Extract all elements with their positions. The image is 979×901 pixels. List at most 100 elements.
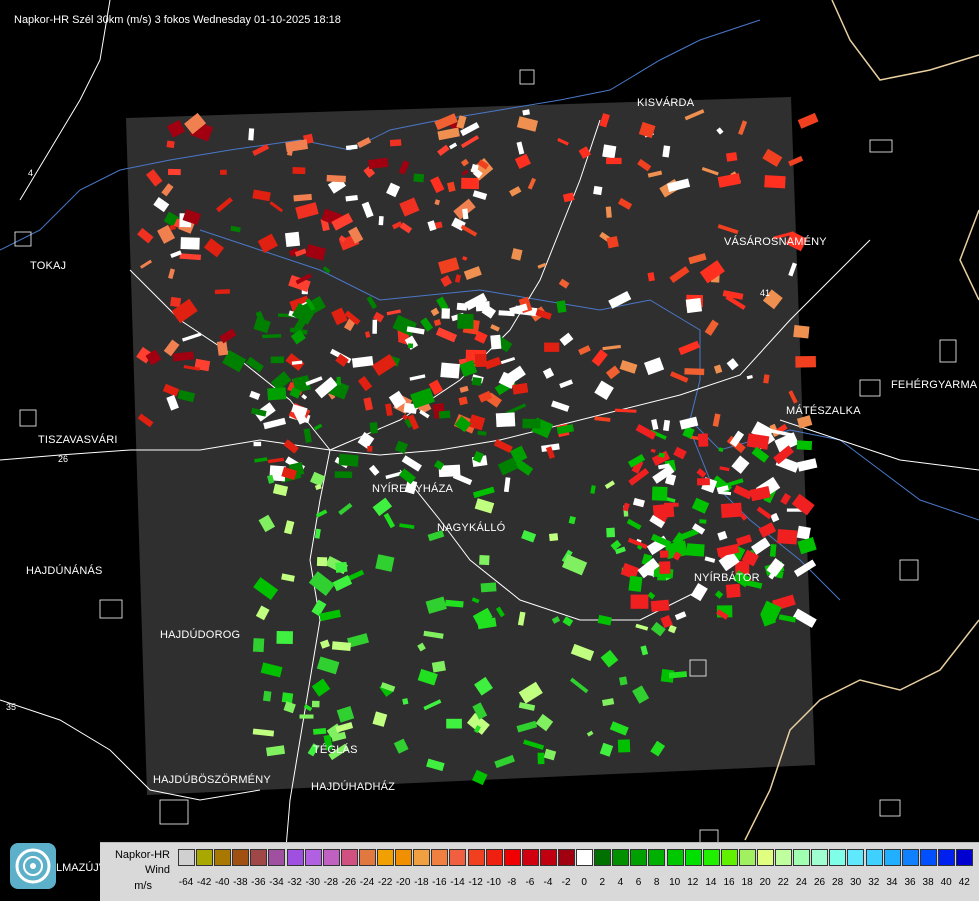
radar-echo [556,300,567,313]
radar-echo [440,362,460,379]
radar-echo [336,376,342,386]
city-label-vasarosnameny: VÁSÁROSNAMÉNY [724,236,827,248]
legend-swatch [322,849,340,866]
legend-swatch [937,849,955,866]
legend-swatch [214,849,232,866]
radar-echo [461,177,480,190]
legend-tick-label: 16 [723,877,735,888]
radar-echo [650,599,670,612]
radar-echo [220,169,227,175]
legend-swatch [557,849,575,866]
radar-echo [253,441,262,447]
legend-tick-label: 12 [687,877,699,888]
legend-swatch [684,849,702,866]
legend-swatch [449,849,467,866]
radar-echo [652,503,675,519]
legend-swatch [250,849,268,866]
legend-tick-label: 28 [832,877,844,888]
radar-echo [606,236,619,249]
logo-icon [10,843,56,889]
radar-echo [659,550,669,558]
road-label-41: 41 [760,288,770,298]
radar-echo [252,638,265,653]
legend-tick-label: -36 [251,877,266,888]
radar-echo [471,377,482,386]
legend-tick-label: -34 [269,877,284,888]
radar-echo [658,452,665,458]
radar-echo [281,692,294,704]
legend-tick-label: -18 [414,877,429,888]
radar-echo [549,533,559,542]
city-label-kisvarda: KISVÁRDA [637,97,695,109]
radar-echo [490,334,502,350]
legend-tick-label: 30 [850,877,862,888]
radar-echo [248,128,255,141]
legend-tick-label: -4 [543,877,553,888]
radar-echo [262,690,272,702]
legend-swatch [793,849,811,866]
map-title: Napkor-HR Szél 30km (m/s) 3 fokos Wednes… [14,14,341,26]
radar-echo [167,168,181,176]
legend-tick-label: -22 [377,877,393,888]
radar-echo [793,325,810,339]
radar-echo [276,631,293,644]
legend-swatch [178,849,195,866]
radar-echo [769,543,777,557]
city-label-hajdunanas: HAJDÚNÁNÁS [26,565,103,577]
legend-tick-label: 10 [669,877,681,888]
legend-tick-label: 40 [940,877,952,888]
legend-tick-label: 34 [886,877,898,888]
legend-swatch [901,849,919,866]
radar-echo [378,215,384,226]
legend-tick-label: -26 [341,877,357,888]
radar-echo [795,355,816,368]
legend-swatch [775,849,793,866]
city-label-nagykallo: NAGYKÁLLÓ [437,522,506,534]
radar-echo [697,433,709,447]
radar-echo [367,445,373,452]
legend-tick-label: 22 [777,877,789,888]
radar-echo [214,289,230,295]
legend-tick-label: -30 [305,877,320,888]
legend-swatch [612,849,630,866]
radar-echo [495,412,516,428]
radar-echo [474,353,487,367]
legend-swatch [467,849,485,866]
radar-echo [402,698,409,705]
road-label-26: 26 [58,454,68,464]
radar-echo [267,387,287,401]
legend-tick-label: -38 [233,877,248,888]
legend-swatch [576,849,594,866]
legend-tick-label: 0 [581,877,587,888]
radar-echo [216,340,229,356]
radar-echo [262,334,282,339]
city-label-teglas: TÉGLÁS [313,744,358,756]
radar-echo [684,368,705,376]
legend-swatch [485,849,503,866]
legend-swatch [865,849,883,866]
legend-tick-label: -10 [486,877,501,888]
city-label-nyiregyhaza: NYÍREGYHÁZA [372,483,454,495]
radar-echo [686,543,705,557]
radar-echo [334,471,353,479]
legend-quantity-label: Wind [144,864,170,876]
legend-swatch [720,849,738,866]
legend-swatch [304,849,322,866]
radar-echo [369,422,379,434]
radar-echo [407,343,414,349]
legend-tick-label: -64 [178,877,194,888]
radar-echo [618,676,628,686]
radar-echo [796,525,811,540]
radar-echo [331,641,352,651]
radar-echo [659,561,671,574]
radar-echo [462,208,469,220]
radar-echo [593,185,603,196]
legend-swatch [883,849,901,866]
legend-swatch [956,849,974,866]
radar-echo [544,342,560,352]
legend-swatch [630,849,648,866]
legend-swatch [196,849,214,866]
radar-echo [180,237,200,250]
legend-tick-label: -40 [214,877,230,888]
radar-echo [270,356,285,364]
